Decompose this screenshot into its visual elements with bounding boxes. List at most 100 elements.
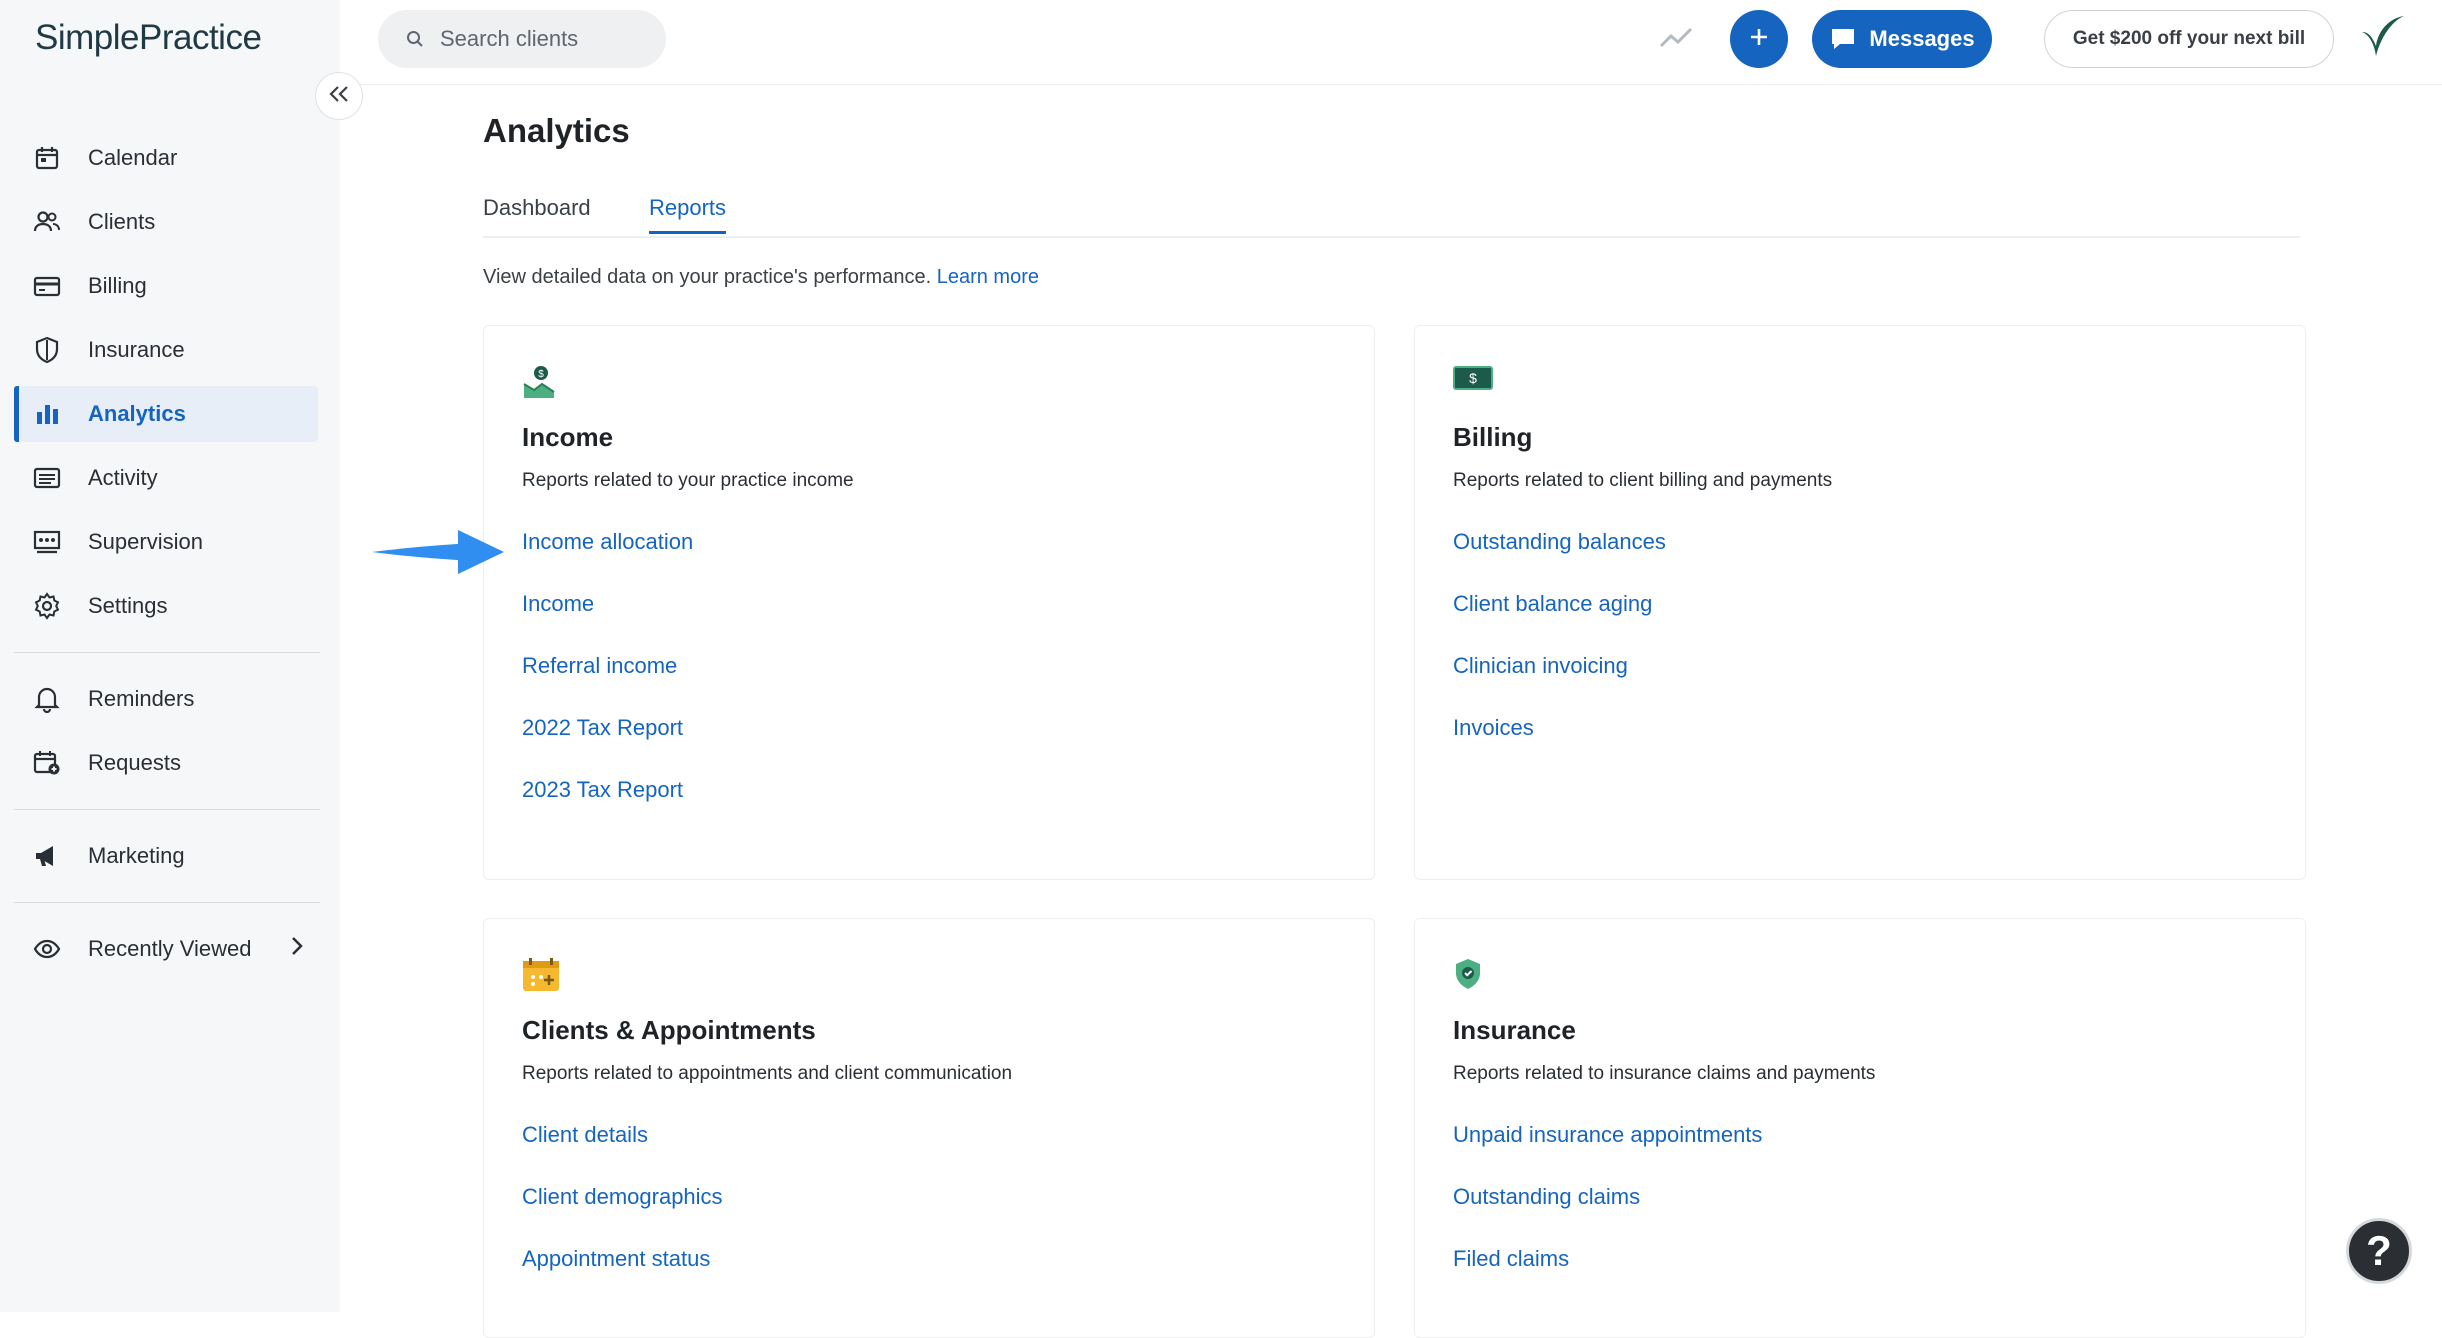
- sidebar-item-label: Recently Viewed: [88, 936, 252, 961]
- help-button[interactable]: ?: [2346, 1218, 2412, 1284]
- sidebar-item-activity[interactable]: Activity: [14, 450, 318, 506]
- billing-card: $ Billing Reports related to client bill…: [1414, 325, 2306, 880]
- report-link-appointment-status[interactable]: Appointment status: [522, 1243, 723, 1305]
- appointments-icon: [522, 957, 560, 998]
- intro-text: View detailed data on your practice's pe…: [483, 266, 1039, 289]
- sidebar-item-label: Supervision: [88, 529, 203, 554]
- sidebar-divider: [14, 809, 320, 810]
- sidebar-divider: [14, 902, 320, 903]
- sidebar-item-clients[interactable]: Clients: [14, 194, 318, 250]
- sidebar-item-settings[interactable]: Settings: [14, 578, 318, 634]
- report-link-outstanding-claims[interactable]: Outstanding claims: [1453, 1181, 1762, 1243]
- sidebar-item-label: Activity: [88, 465, 158, 490]
- sidebar-item-label: Settings: [88, 593, 168, 618]
- dollar-bill-icon: $: [1453, 364, 1493, 397]
- sidebar-item-supervision[interactable]: Supervision: [14, 514, 318, 570]
- tab-reports[interactable]: Reports: [649, 195, 727, 234]
- tabs: Dashboard Reports: [483, 190, 2300, 238]
- sidebar-item-label: Analytics: [88, 401, 186, 426]
- sidebar-item-label: Insurance: [88, 337, 185, 362]
- double-chevron-left-icon: [328, 84, 350, 109]
- report-link-outstanding-balances[interactable]: Outstanding balances: [1453, 526, 1666, 588]
- page-title: Analytics: [483, 112, 630, 149]
- add-button[interactable]: [1730, 10, 1788, 68]
- card-description: Reports related to client billing and pa…: [1453, 470, 1833, 491]
- svg-text:$: $: [1469, 370, 1477, 386]
- pointer-arrow-icon: [370, 524, 510, 585]
- analytics-icon: [32, 399, 62, 429]
- bell-icon: [32, 684, 62, 714]
- report-link-client-demographics[interactable]: Client demographics: [522, 1181, 723, 1243]
- sidebar-item-marketing[interactable]: Marketing: [14, 828, 318, 884]
- collapse-sidebar-button[interactable]: [315, 72, 363, 120]
- shield-icon: [32, 335, 62, 365]
- card-title: Insurance: [1453, 1015, 1576, 1045]
- sidebar-item-label: Marketing: [88, 843, 185, 868]
- chevron-right-icon: [290, 935, 304, 963]
- report-link-income-allocation[interactable]: Income allocation: [522, 526, 693, 588]
- activity-icon: [32, 463, 62, 493]
- income-card: $ Income Reports related to your practic…: [483, 325, 1375, 880]
- card-description: Reports related to your practice income: [522, 470, 854, 491]
- eye-icon: [32, 934, 62, 964]
- svg-text:$: $: [538, 369, 544, 380]
- sidebar-item-recently-viewed[interactable]: Recently Viewed: [14, 921, 318, 977]
- sidebar-item-analytics[interactable]: Analytics: [14, 386, 318, 442]
- card-title: Clients & Appointments: [522, 1015, 816, 1045]
- card-links: Client details Client demographics Appoi…: [522, 1119, 723, 1305]
- sidebar-item-billing[interactable]: Billing: [14, 258, 318, 314]
- report-link-2023-tax-report[interactable]: 2023 Tax Report: [522, 774, 693, 836]
- logo[interactable]: SimplePractice: [35, 18, 262, 58]
- leaf-avatar-icon[interactable]: [2356, 12, 2408, 67]
- card-links: Income allocation Income Referral income…: [522, 526, 693, 836]
- report-link-client-balance-aging[interactable]: Client balance aging: [1453, 588, 1666, 650]
- messages-label: Messages: [1869, 26, 1975, 51]
- report-link-clinician-invoicing[interactable]: Clinician invoicing: [1453, 650, 1666, 712]
- shield-check-icon: [1453, 957, 1483, 996]
- card-description: Reports related to appointments and clie…: [522, 1063, 1013, 1084]
- sidebar-item-label: Reminders: [88, 686, 195, 711]
- sidebar-item-insurance[interactable]: Insurance: [14, 322, 318, 378]
- promo-button[interactable]: Get $200 off your next bill: [2044, 10, 2334, 68]
- plus-icon: [1748, 26, 1770, 53]
- report-link-unpaid-insurance-appointments[interactable]: Unpaid insurance appointments: [1453, 1119, 1762, 1181]
- report-link-2022-tax-report[interactable]: 2022 Tax Report: [522, 712, 693, 774]
- gear-icon: [32, 591, 62, 621]
- card-links: Outstanding balances Client balance agin…: [1453, 526, 1666, 774]
- card-title: Income: [522, 422, 614, 452]
- sidebar-item-label: Requests: [88, 750, 181, 775]
- sidebar: SimplePractice Calendar Clients Billing …: [0, 0, 340, 1312]
- report-link-filed-claims[interactable]: Filed claims: [1453, 1243, 1762, 1305]
- card-title: Billing: [1453, 422, 1533, 452]
- search-icon: [406, 30, 424, 48]
- card-links: Unpaid insurance appointments Outstandin…: [1453, 1119, 1762, 1305]
- sidebar-divider: [14, 652, 320, 653]
- sidebar-nav: Calendar Clients Billing Insurance Analy…: [14, 130, 320, 985]
- sidebar-item-label: Billing: [88, 273, 147, 298]
- card-description: Reports related to insurance claims and …: [1453, 1063, 1876, 1084]
- calendar-icon: [32, 143, 62, 173]
- sidebar-item-requests[interactable]: Requests: [14, 735, 318, 791]
- tab-dashboard[interactable]: Dashboard: [483, 195, 591, 231]
- intro-description: View detailed data on your practice's pe…: [483, 266, 932, 288]
- report-link-income[interactable]: Income: [522, 588, 693, 650]
- sidebar-item-calendar[interactable]: Calendar: [14, 130, 318, 186]
- clients-icon: [32, 207, 62, 237]
- megaphone-icon: [32, 841, 62, 871]
- sidebar-item-label: Calendar: [88, 145, 178, 170]
- learn-more-link[interactable]: Learn more: [937, 266, 1039, 288]
- income-icon: $: [522, 364, 556, 405]
- report-link-client-details[interactable]: Client details: [522, 1119, 723, 1181]
- report-link-invoices[interactable]: Invoices: [1453, 712, 1666, 774]
- clients-appointments-card: Clients & Appointments Reports related t…: [483, 918, 1375, 1338]
- billing-icon: [32, 271, 62, 301]
- chat-bubble-icon: [1829, 26, 1857, 52]
- insurance-card: Insurance Reports related to insurance c…: [1414, 918, 2306, 1338]
- report-link-referral-income[interactable]: Referral income: [522, 650, 693, 712]
- sidebar-item-reminders[interactable]: Reminders: [14, 671, 318, 727]
- requests-icon: [32, 748, 62, 778]
- messages-button[interactable]: Messages: [1812, 10, 1992, 68]
- supervision-icon: [32, 527, 62, 557]
- search-input[interactable]: Search clients: [378, 10, 666, 68]
- trend-icon[interactable]: [1658, 22, 1694, 57]
